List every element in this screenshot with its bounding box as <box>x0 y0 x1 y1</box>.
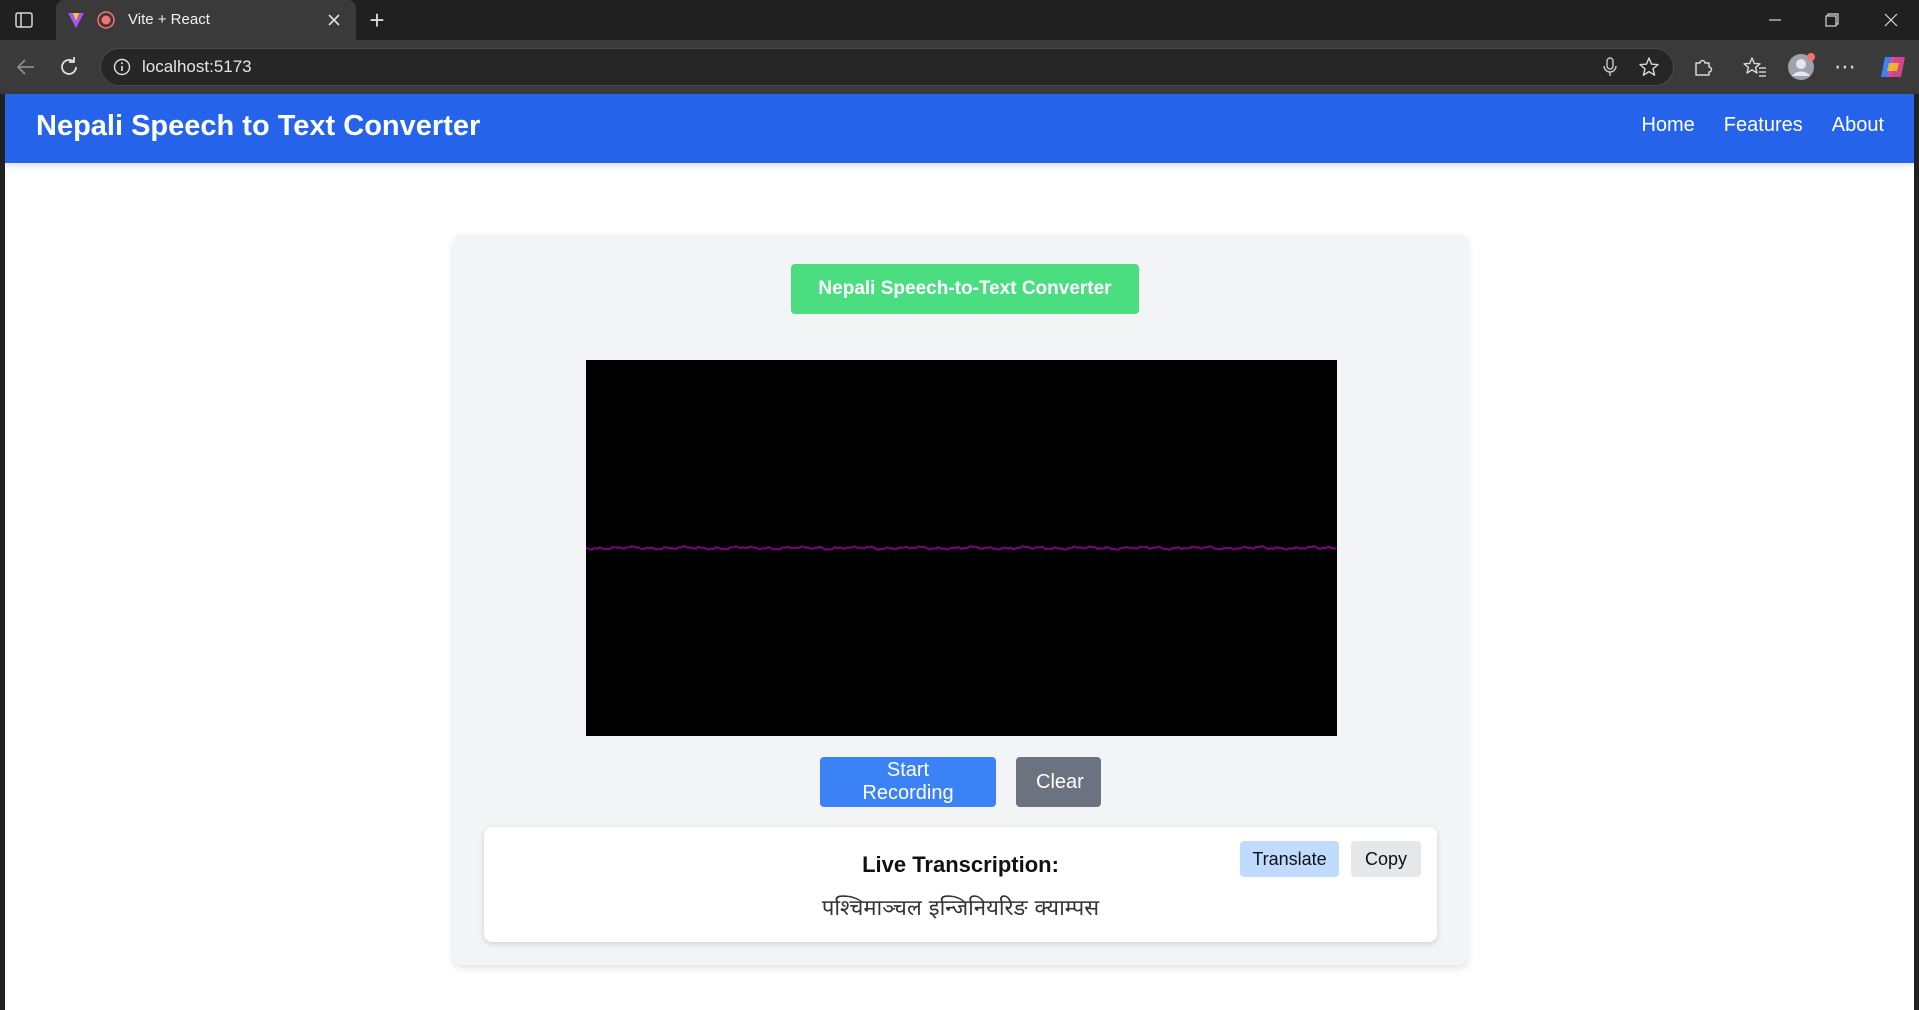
recording-controls: Start Recording Clear <box>453 757 1468 807</box>
transcription-text: पश्चिमाञ्चल इन्जिनियरिङ क्याम्पस <box>821 896 1100 921</box>
site-brand[interactable]: Nepali Speech to Text Converter <box>36 110 480 143</box>
url-text: localhost:5173 <box>142 57 252 76</box>
recording-indicator-icon <box>96 10 116 30</box>
back-arrow-icon[interactable] <box>12 53 40 81</box>
reload-icon[interactable] <box>55 53 83 81</box>
copilot-icon[interactable] <box>1878 52 1908 82</box>
favorites-icon[interactable] <box>1742 54 1768 80</box>
converter-card: Nepali Speech-to-Text Converter Start Re… <box>453 234 1468 965</box>
minimize-window-icon[interactable] <box>1760 6 1790 34</box>
start-recording-button[interactable]: Start Recording <box>820 757 996 807</box>
translate-button[interactable]: Translate <box>1240 841 1339 877</box>
extensions-icon[interactable] <box>1690 54 1716 80</box>
browser-tab-strip: Vite + React + <box>0 0 1919 40</box>
page-viewport: Nepali Speech to Text Converter Home Fea… <box>5 94 1914 1010</box>
site-info-icon[interactable] <box>110 55 134 79</box>
address-bar[interactable] <box>100 48 1674 86</box>
sidebar-toggle-icon[interactable] <box>12 8 36 32</box>
bookmark-star-icon[interactable] <box>1636 54 1662 80</box>
audio-waveform-canvas <box>586 360 1337 736</box>
new-tab-button[interactable]: + <box>362 6 392 34</box>
clear-button[interactable]: Clear <box>1016 757 1101 807</box>
converter-title-badge: Nepali Speech-to-Text Converter <box>791 264 1139 314</box>
microphone-icon[interactable] <box>1598 55 1622 79</box>
nav-link-home[interactable]: Home <box>1641 114 1694 137</box>
nav-link-about[interactable]: About <box>1832 114 1884 137</box>
browser-tab[interactable]: Vite + React <box>56 0 356 40</box>
vite-favicon-icon <box>66 10 86 30</box>
transcription-panel: Live Transcription: पश्चिमाञ्चल इन्जिनिय… <box>484 827 1437 942</box>
nav-links: Home Features About <box>1641 114 1884 137</box>
tab-title: Vite + React <box>128 11 210 28</box>
top-navbar: Nepali Speech to Text Converter Home Fea… <box>5 94 1914 163</box>
waveform-line <box>586 544 1337 551</box>
close-window-icon[interactable] <box>1876 6 1906 34</box>
close-tab-icon[interactable] <box>322 8 346 32</box>
more-options-icon[interactable]: ⋯ <box>1830 54 1860 80</box>
restore-window-icon[interactable] <box>1817 6 1847 34</box>
copy-button[interactable]: Copy <box>1351 841 1421 877</box>
profile-avatar-icon[interactable] <box>1786 52 1816 82</box>
nav-link-features[interactable]: Features <box>1724 114 1803 137</box>
